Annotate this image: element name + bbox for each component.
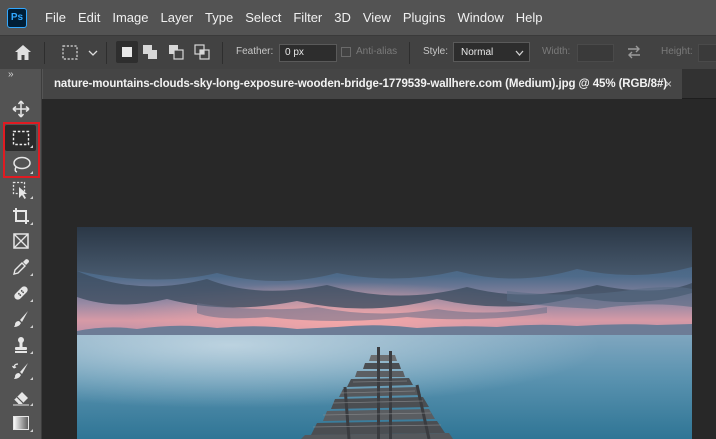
collapse-panel-icon[interactable]: » bbox=[8, 69, 13, 80]
width-input[interactable] bbox=[577, 44, 614, 62]
landscape-photo bbox=[77, 227, 692, 439]
menu-window[interactable]: Window bbox=[451, 0, 509, 35]
document-tab-bar: nature-mountains-clouds-sky-long-exposur… bbox=[42, 69, 716, 99]
menu-filter[interactable]: Filter bbox=[287, 0, 328, 35]
menu-edit[interactable]: Edit bbox=[72, 0, 106, 35]
menu-file[interactable]: File bbox=[39, 0, 72, 35]
menu-3d[interactable]: 3D bbox=[328, 0, 357, 35]
menu-bar: Ps File Edit Image Layer Type Select Fil… bbox=[0, 0, 716, 35]
menu-select[interactable]: Select bbox=[239, 0, 287, 35]
swap-width-height-icon[interactable] bbox=[626, 45, 642, 64]
height-label: Height: bbox=[661, 46, 693, 57]
gradient-tool-icon[interactable] bbox=[6, 411, 36, 435]
intersect-selection-icon[interactable] bbox=[194, 44, 210, 60]
antialias-checkbox[interactable] bbox=[341, 47, 351, 57]
spot-healing-brush-tool-icon[interactable] bbox=[6, 281, 36, 305]
highlight-annotation-box bbox=[3, 122, 40, 178]
document-tab[interactable]: nature-mountains-clouds-sky-long-exposur… bbox=[42, 69, 682, 99]
eraser-tool-icon[interactable] bbox=[6, 385, 36, 409]
document-tab-title: nature-mountains-clouds-sky-long-exposur… bbox=[54, 78, 667, 90]
menu-help[interactable]: Help bbox=[510, 0, 549, 35]
document-image[interactable] bbox=[77, 227, 692, 439]
move-tool-icon[interactable] bbox=[6, 97, 36, 121]
tool-preset-picker[interactable] bbox=[62, 45, 102, 66]
photoshop-logo[interactable]: Ps bbox=[7, 7, 27, 28]
style-select-value: Normal bbox=[461, 47, 494, 58]
style-label: Style: bbox=[423, 46, 449, 57]
home-icon[interactable] bbox=[14, 44, 32, 66]
new-selection-icon[interactable] bbox=[116, 41, 138, 63]
clone-stamp-tool-icon[interactable] bbox=[6, 333, 36, 357]
menu-image[interactable]: Image bbox=[106, 0, 154, 35]
feather-label: Feather: bbox=[236, 46, 274, 57]
brush-tool-icon[interactable] bbox=[6, 307, 36, 331]
menu-layer[interactable]: Layer bbox=[155, 0, 200, 35]
width-label: Width: bbox=[542, 46, 571, 57]
close-icon[interactable]: × bbox=[665, 77, 672, 91]
subtract-from-selection-icon[interactable] bbox=[168, 44, 184, 60]
antialias-label: Anti-alias bbox=[356, 46, 398, 57]
options-bar: Feather: 0 px Anti-alias Style: Normal W… bbox=[0, 35, 716, 69]
height-input[interactable] bbox=[698, 44, 716, 62]
object-selection-tool-icon[interactable] bbox=[6, 178, 36, 202]
add-to-selection-icon[interactable] bbox=[142, 44, 158, 60]
menu-plugins[interactable]: Plugins bbox=[397, 0, 452, 35]
frame-tool-icon[interactable] bbox=[6, 229, 36, 253]
menu-view[interactable]: View bbox=[357, 0, 397, 35]
eyedropper-tool-icon[interactable] bbox=[6, 255, 36, 279]
history-brush-tool-icon[interactable] bbox=[6, 359, 36, 383]
chevron-down-icon bbox=[515, 50, 524, 56]
feather-input[interactable]: 0 px bbox=[279, 44, 337, 62]
menu-type[interactable]: Type bbox=[199, 0, 239, 35]
style-select[interactable]: Normal bbox=[453, 42, 530, 62]
crop-tool-icon[interactable] bbox=[6, 204, 36, 228]
